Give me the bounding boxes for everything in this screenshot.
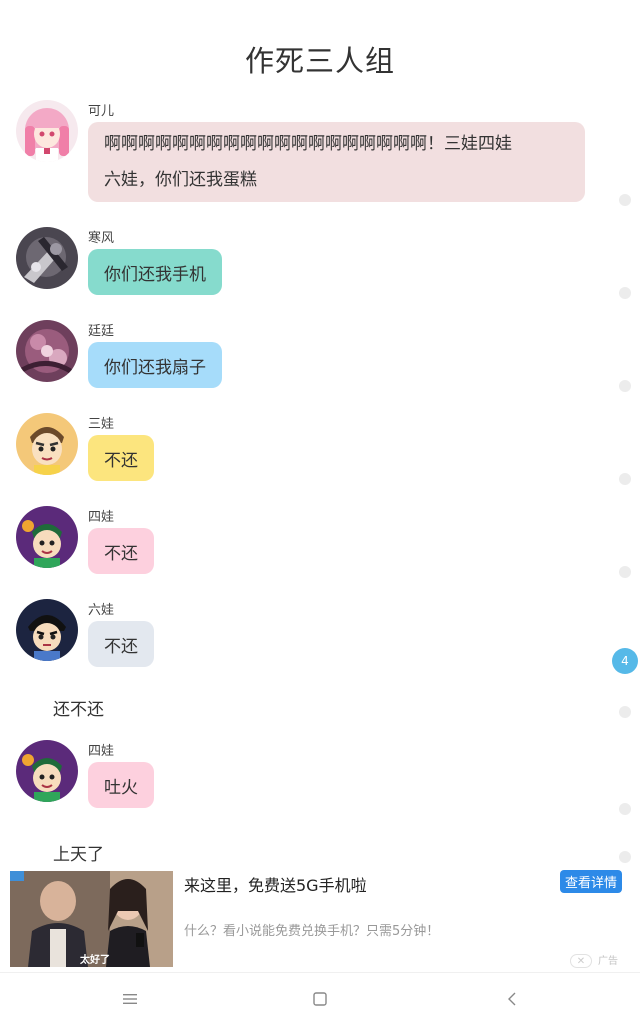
chat-bubble[interactable]: 不还 [88,435,154,481]
scroll-marker-dot[interactable] [619,851,631,863]
view-details-button[interactable]: 查看详情 [560,870,622,893]
scroll-marker-dot[interactable] [619,380,631,392]
message-text: 吐火 [104,777,138,798]
message-text: 不还 [104,636,138,657]
ad-image-caption: 太好了 [80,955,110,966]
chat-screen: 作死三人组 可儿 啊啊啊啊啊啊啊啊啊啊啊啊啊啊啊啊啊啊啊！三娃四娃 六娃，你们还… [0,0,640,1024]
chat-bubble[interactable]: 啊啊啊啊啊啊啊啊啊啊啊啊啊啊啊啊啊啊啊！三娃四娃 六娃，你们还我蛋糕 [88,122,585,202]
ad-image[interactable]: 太好了 [10,871,173,967]
message-text: 不还 [104,543,138,564]
message-text: 你们还我扇子 [104,357,206,378]
sender-name: 寒风 [88,231,115,246]
narration-text: 上天了 [53,845,104,865]
sender-name: 四娃 [88,744,115,759]
message-text: 不还 [104,450,138,471]
menu-button[interactable] [115,987,145,1011]
chat-bubble[interactable]: 你们还我手机 [88,249,222,295]
message-text: 六娃，你们还我蛋糕 [104,170,257,190]
system-nav-bar [0,972,640,1024]
sender-name: 三娃 [88,417,115,432]
scroll-marker-dot[interactable] [619,194,631,206]
chat-bubble[interactable]: 吐火 [88,762,154,808]
message-text: 你们还我手机 [104,264,206,285]
home-button[interactable] [305,987,335,1011]
avatar-keer[interactable] [16,100,78,162]
home-icon [313,992,327,1006]
avatar-sanwa[interactable] [16,413,78,475]
ad-label: 广告 [598,956,618,967]
ad-close-icon[interactable]: ✕ [570,954,592,968]
narration-text: 还不还 [53,700,104,720]
page-title: 作死三人组 [244,44,395,78]
avatar-hanfeng[interactable] [16,227,78,289]
chat-bubble[interactable]: 你们还我扇子 [88,342,222,388]
menu-icon [123,994,137,1004]
scroll-marker-dot[interactable] [619,803,631,815]
chat-bubble[interactable]: 不还 [88,528,154,574]
avatar-liuwa[interactable] [16,599,78,661]
avatar-siwa[interactable] [16,740,78,802]
avatar-siwa[interactable] [16,506,78,568]
avatar-tingting[interactable] [16,320,78,382]
scroll-marker-dot[interactable] [619,473,631,485]
ad-headline[interactable]: 来这里，免费送5G手机啦 [184,872,367,896]
scroll-marker-dot[interactable] [619,287,631,299]
sender-name: 四娃 [88,510,115,525]
sender-name: 廷廷 [88,324,115,339]
chat-bubble[interactable]: 不还 [88,621,154,667]
ad-banner[interactable]: 太好了 来这里，免费送5G手机啦 查看详情 什么？看小说能免费兑换手机？只需5分… [0,868,640,972]
scroll-marker-dot[interactable] [619,566,631,578]
back-icon [508,992,516,1006]
scroll-marker-dot[interactable] [619,706,631,718]
scroll-position-badge[interactable]: 4 [612,648,638,674]
sender-name: 六娃 [88,603,115,618]
message-text: 啊啊啊啊啊啊啊啊啊啊啊啊啊啊啊啊啊啊啊！三娃四娃 [104,134,512,154]
ad-description[interactable]: 什么？看小说能免费兑换手机？只需5分钟！ [184,920,439,939]
sender-name: 可儿 [88,104,115,119]
back-button[interactable] [497,987,527,1011]
